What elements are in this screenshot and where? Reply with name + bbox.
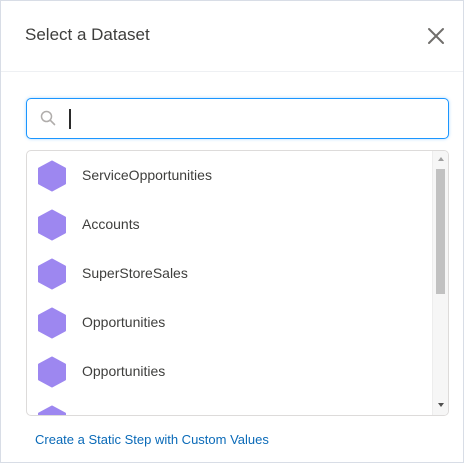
scroll-down-arrow-icon[interactable]	[433, 398, 448, 412]
search-box[interactable]	[26, 98, 449, 139]
hexagon-dataset-icon	[36, 209, 68, 241]
hexagon-dataset-icon	[36, 258, 68, 290]
search-icon	[40, 110, 56, 126]
dataset-item[interactable]: Opportunities	[27, 347, 432, 396]
dataset-item[interactable]: Accounts	[27, 200, 432, 249]
dataset-item-label: ServiceOpportunities	[82, 167, 212, 183]
scrollbar[interactable]	[432, 151, 448, 415]
dataset-item[interactable]: twtest	[27, 396, 432, 415]
close-icon[interactable]	[427, 27, 445, 45]
dataset-item-label: twtest	[82, 412, 119, 415]
text-caret	[69, 109, 71, 129]
dialog-header: Select a Dataset	[1, 1, 463, 72]
scroll-thumb[interactable]	[436, 169, 445, 294]
hexagon-dataset-icon	[36, 160, 68, 192]
dataset-item[interactable]: Opportunities	[27, 298, 432, 347]
dataset-item-label: Opportunities	[82, 314, 166, 330]
dialog-title: Select a Dataset	[25, 25, 150, 44]
dataset-item-label: Accounts	[82, 216, 140, 232]
dataset-item-label: Opportunities	[82, 363, 166, 379]
hexagon-dataset-icon	[36, 405, 68, 415]
dataset-item-label: SuperStoreSales	[82, 265, 188, 281]
scroll-up-arrow-icon[interactable]	[433, 152, 448, 166]
hexagon-dataset-icon	[36, 356, 68, 388]
dataset-list[interactable]: ServiceOpportunities Accounts SuperStoreSa…	[26, 150, 449, 416]
create-static-step-link[interactable]: Create a Static Step with Custom Values	[35, 432, 269, 447]
dataset-list-items: ServiceOpportunities Accounts SuperStoreSa…	[27, 151, 432, 415]
search-input[interactable]	[67, 105, 441, 134]
dataset-item[interactable]: SuperStoreSales	[27, 249, 432, 298]
dataset-item[interactable]: ServiceOpportunities	[27, 151, 432, 200]
dataset-dialog: Select a Dataset ServiceOpportunities Acc…	[0, 0, 464, 463]
hexagon-dataset-icon	[36, 307, 68, 339]
